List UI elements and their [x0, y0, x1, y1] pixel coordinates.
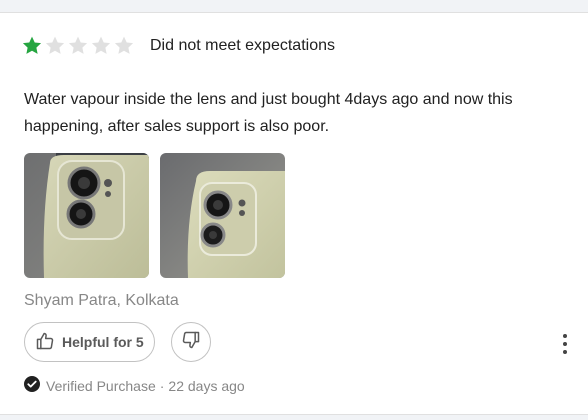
star-icon [114, 36, 134, 55]
star-icon [22, 36, 42, 55]
review-age: 22 days ago [168, 377, 245, 394]
review-photo[interactable] [24, 153, 149, 278]
separator: · [159, 377, 165, 394]
verified-label: Verified Purchase [46, 377, 156, 394]
helpful-count-label: Helpful for 5 [62, 334, 144, 350]
more-dot [563, 350, 567, 354]
top-divider [0, 0, 588, 13]
review-actions: Helpful for 5 [24, 322, 211, 362]
thumbs-up-icon [35, 331, 55, 354]
verified-purchase-row: Verified Purchase · 22 days ago [24, 376, 245, 395]
more-dot [563, 342, 567, 346]
rating-row: Did not meet expectations [22, 36, 335, 55]
review-photos [24, 153, 285, 278]
more-vertical-icon[interactable] [558, 334, 572, 354]
more-dot [563, 334, 567, 338]
review-body: Water vapour inside the lens and just bo… [24, 91, 513, 135]
thumbs-down-icon [181, 330, 201, 355]
star-icon [45, 36, 65, 55]
dislike-button[interactable] [170, 322, 211, 362]
review-card: Did not meet expectations Water vapour i… [0, 0, 588, 420]
review-photo[interactable] [160, 153, 285, 278]
helpful-button[interactable]: Helpful for 5 [24, 322, 155, 362]
check-circle-icon [24, 376, 40, 395]
review-title: Did not meet expectations [150, 36, 335, 54]
star-icon [68, 36, 88, 55]
bottom-divider [0, 414, 588, 420]
star-icon [91, 36, 111, 55]
star-rating [22, 36, 134, 55]
reviewer-name: Shyam Patra, Kolkata [24, 292, 179, 309]
